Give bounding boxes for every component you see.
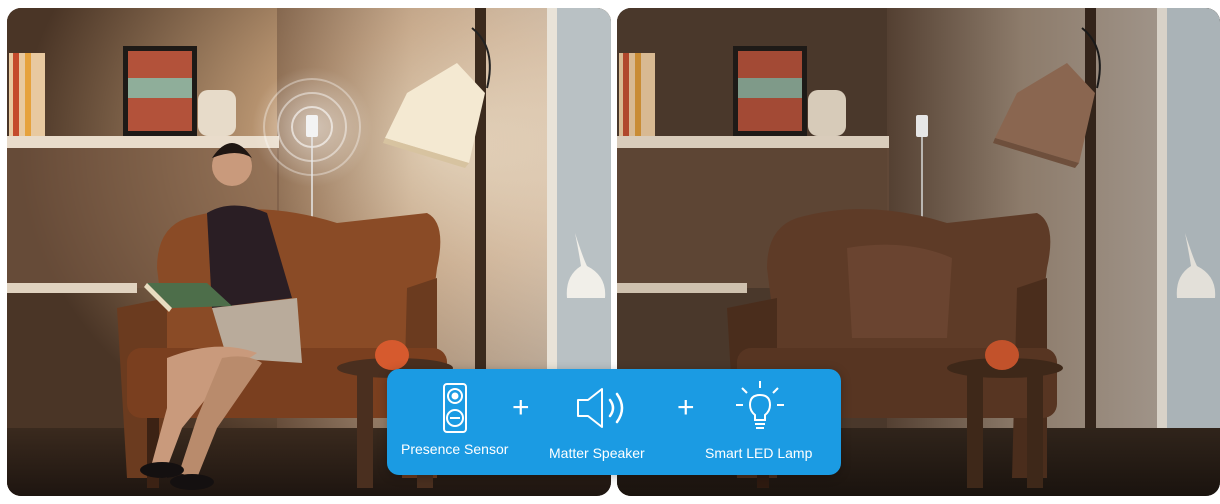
- light-bulb-icon: [736, 381, 784, 429]
- plus-separator-2: +: [677, 391, 695, 424]
- speaker-icon: [577, 388, 624, 428]
- comparison-banner: Presence Sensor + Matter Speaker + Smart…: [0, 0, 1220, 504]
- presence-sensor-label: Presence Sensor: [401, 441, 509, 457]
- matter-speaker-label: Matter Speaker: [549, 445, 645, 461]
- plus-separator-1: +: [512, 391, 530, 424]
- smart-led-lamp-label: Smart LED Lamp: [705, 445, 813, 461]
- device-info-bar: Presence Sensor + Matter Speaker + Smart…: [387, 369, 841, 475]
- presence-sensor-icon: [443, 383, 467, 433]
